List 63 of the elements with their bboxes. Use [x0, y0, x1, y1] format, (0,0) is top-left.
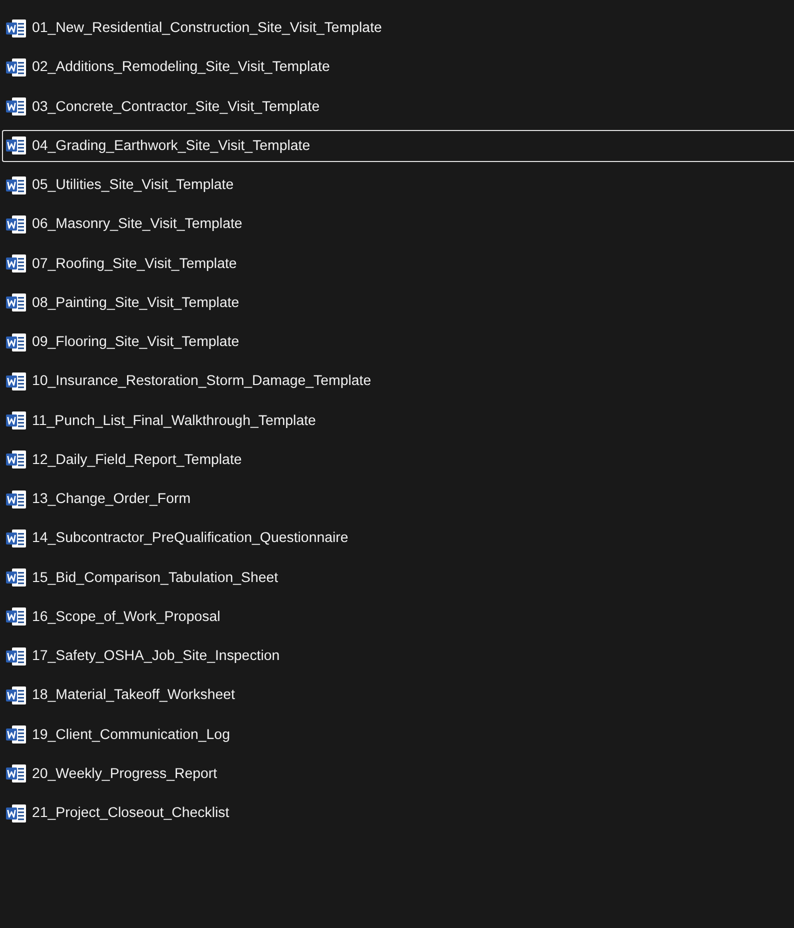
- file-name: 14_Subcontractor_PreQualification_Questionnaire: [32, 530, 348, 546]
- file-item[interactable]: 02_Additions_Remodeling_Site_Visit_Template: [2, 51, 794, 84]
- file-name: 01_New_Residential_Construction_Site_Visit_Template: [32, 20, 382, 36]
- file-item[interactable]: 15_Bid_Comparison_Tabulation_Sheet: [2, 562, 794, 594]
- file-name: 15_Bid_Comparison_Tabulation_Sheet: [32, 570, 278, 586]
- file-item[interactable]: 08_Painting_Site_Visit_Template: [2, 286, 794, 319]
- file-item[interactable]: 20_Weekly_Progress_Report: [2, 758, 794, 790]
- file-name: 08_Painting_Site_Visit_Template: [32, 294, 240, 311]
- word-document-icon: [6, 18, 27, 38]
- file-item[interactable]: 14_Subcontractor_PreQualification_Questionnaire: [2, 522, 794, 554]
- file-name: 03_Concrete_Contractor_Site_Visit_Template: [32, 98, 320, 114]
- file-name: 17_Safety_OSHA_Job_Site_Inspection: [32, 648, 280, 664]
- file-item[interactable]: 21_Project_Closeout_Checklist: [2, 797, 794, 829]
- file-item[interactable]: 17_Safety_OSHA_Job_Site_Inspection: [2, 640, 794, 672]
- file-item[interactable]: 16_Scope_of_Work_Proposal: [2, 600, 794, 633]
- file-item[interactable]: 12_Daily_Field_Report_Template: [2, 444, 794, 476]
- word-document-icon: [6, 725, 27, 744]
- file-name: 02_Additions_Remodeling_Site_Visit_Template: [32, 59, 330, 76]
- file-name: 09_Flooring_Site_Visit_Template: [32, 334, 240, 350]
- word-document-icon: [6, 411, 27, 430]
- word-document-icon: [6, 136, 27, 156]
- file-item[interactable]: 04_Grading_Earthwork_Site_Visit_Template: [2, 130, 794, 162]
- word-document-icon: [6, 646, 27, 666]
- word-document-icon: [6, 804, 27, 822]
- file-name: 12_Daily_Field_Report_Template: [32, 452, 242, 468]
- word-document-icon: [6, 490, 27, 508]
- file-item[interactable]: 19_Client_Communication_Log: [2, 718, 794, 750]
- word-document-icon: [6, 568, 27, 587]
- word-document-icon: [6, 97, 27, 116]
- file-name: 11_Punch_List_Final_Walkthrough_Template: [32, 412, 316, 428]
- file-item[interactable]: 05_Utilities_Site_Visit_Template: [2, 169, 794, 201]
- word-document-icon: [6, 254, 27, 273]
- word-document-icon: [6, 450, 27, 470]
- file-name: 20_Weekly_Progress_Report: [32, 766, 218, 782]
- file-name: 04_Grading_Earthwork_Site_Visit_Template: [32, 138, 310, 154]
- word-document-icon: [6, 332, 27, 352]
- file-item[interactable]: 13_Change_Order_Form: [2, 483, 794, 515]
- file-name: 06_Masonry_Site_Visit_Template: [32, 216, 242, 232]
- file-item[interactable]: 18_Material_Takeoff_Worksheet: [2, 679, 794, 712]
- word-document-icon: [6, 58, 27, 77]
- word-document-icon: [6, 372, 27, 391]
- file-item[interactable]: 03_Concrete_Contractor_Site_Visit_Template: [2, 90, 794, 122]
- word-document-icon: [6, 214, 27, 234]
- file-item[interactable]: 11_Punch_List_Final_Walkthrough_Template: [2, 404, 794, 436]
- file-name: 19_Client_Communication_Log: [32, 726, 230, 742]
- file-item[interactable]: 09_Flooring_Site_Visit_Template: [2, 326, 794, 358]
- word-document-icon: [6, 528, 27, 548]
- file-item[interactable]: 01_New_Residential_Construction_Site_Visit_Template: [2, 12, 794, 44]
- word-document-icon: [6, 764, 27, 784]
- file-name: 13_Change_Order_Form: [32, 491, 191, 507]
- word-document-icon: [6, 176, 27, 194]
- word-document-icon: [6, 293, 27, 312]
- file-name: 10_Insurance_Restoration_Storm_Damage_Template: [32, 373, 372, 390]
- file-name: 05_Utilities_Site_Visit_Template: [32, 177, 234, 193]
- file-name: 16_Scope_of_Work_Proposal: [32, 608, 220, 625]
- file-item[interactable]: 10_Insurance_Restoration_Storm_Damage_Template: [2, 365, 794, 398]
- file-name: 21_Project_Closeout_Checklist: [32, 805, 230, 821]
- file-item[interactable]: 07_Roofing_Site_Visit_Template: [2, 248, 794, 280]
- file-name: 18_Material_Takeoff_Worksheet: [32, 687, 235, 704]
- file-item[interactable]: 06_Masonry_Site_Visit_Template: [2, 208, 794, 240]
- file-name: 07_Roofing_Site_Visit_Template: [32, 256, 237, 272]
- word-document-icon: [6, 607, 27, 626]
- word-document-icon: [6, 686, 27, 705]
